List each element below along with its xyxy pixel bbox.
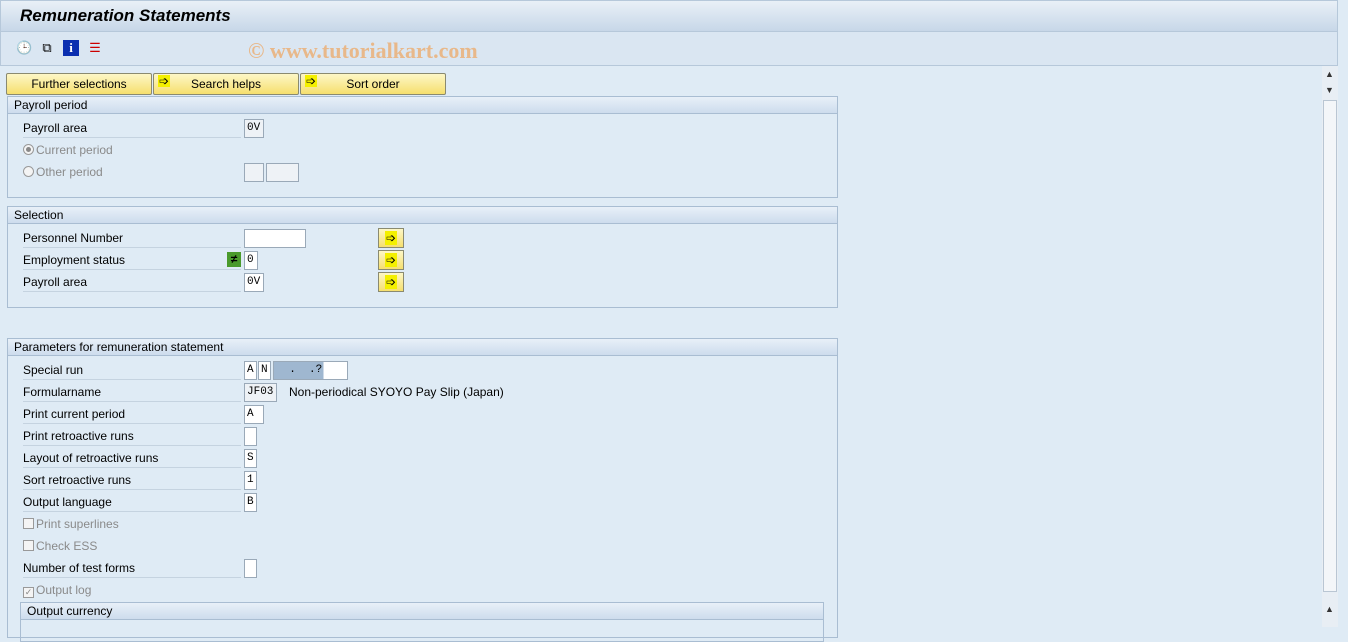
formularname-description: Non-periodical SYOYO Pay Slip (Japan) <box>289 385 504 399</box>
other-period-radio[interactable]: Other period <box>23 162 241 182</box>
test-forms-label: Number of test forms <box>23 558 241 578</box>
other-period-label: Other period <box>36 165 103 179</box>
multiple-selection-button[interactable]: ➩ <box>378 250 404 270</box>
parameters-group: Parameters for remuneration statement Sp… <box>7 338 838 642</box>
current-period-radio[interactable]: Current period <box>23 140 241 160</box>
sort-order-button[interactable]: ➩ Sort order <box>300 73 446 95</box>
output-log-label: Output log <box>36 583 92 597</box>
print-retro-field[interactable] <box>244 427 257 446</box>
scroll-up-icon[interactable]: ▲ <box>1325 604 1334 614</box>
arrow-right-icon: ➩ <box>305 74 318 88</box>
search-helps-label: Search helps <box>190 77 262 91</box>
group-header: Selection <box>8 207 837 224</box>
payroll-area-field[interactable]: 0V <box>244 119 264 138</box>
check-ess-checkbox[interactable]: Check ESS <box>23 536 241 556</box>
radio-icon <box>23 166 34 177</box>
print-retro-label: Print retroactive runs <box>23 426 241 446</box>
title-bar: Remuneration Statements <box>0 0 1338 32</box>
employment-status-label: Employment status <box>23 250 241 270</box>
special-run-date-field[interactable]: . .? <box>273 361 348 380</box>
vertical-scrollbar[interactable]: ▲ ▼ ▲ <box>1322 66 1338 627</box>
payroll-area-label: Payroll area <box>23 272 241 292</box>
checkmark-icon: ✓ <box>23 587 34 598</box>
personnel-number-field[interactable] <box>244 229 306 248</box>
group-header: Output currency <box>21 603 823 620</box>
special-run-n-field[interactable]: N <box>258 361 271 380</box>
further-selections-label: Further selections <box>31 77 127 91</box>
employment-status-field[interactable]: 0 <box>244 251 258 270</box>
special-run-type-field[interactable]: A <box>244 361 257 380</box>
special-run-label: Special run <box>23 360 241 380</box>
layout-retro-field[interactable]: S <box>244 449 257 468</box>
arrow-right-icon: ➩ <box>384 275 398 289</box>
execute-clock-icon[interactable]: 🕒 <box>16 40 32 56</box>
sort-retro-field[interactable]: 1 <box>244 471 257 490</box>
checkbox-icon <box>23 540 34 551</box>
formularname-label: Formularname <box>23 382 241 402</box>
search-helps-button[interactable]: ➩ Search helps <box>153 73 299 95</box>
personnel-number-label: Personnel Number <box>23 228 241 248</box>
output-currency-group: Output currency <box>20 602 824 642</box>
variants-icon[interactable]: ⧉ <box>39 40 55 56</box>
info-icon[interactable]: i <box>63 40 79 56</box>
scroll-up-icon[interactable]: ▲ <box>1325 69 1334 79</box>
watermark: © www.tutorialkart.com <box>248 38 478 63</box>
output-language-label: Output language <box>23 492 241 512</box>
print-superlines-label: Print superlines <box>36 517 119 531</box>
scroll-down-icon[interactable]: ▼ <box>1325 85 1334 95</box>
sort-order-label: Sort order <box>346 77 400 91</box>
selection-group: Selection Personnel Number ➩ Employment … <box>7 206 838 308</box>
application-toolbar: 🕒 ⧉ i ☰ © www.tutorialkart.com <box>0 32 1338 66</box>
radio-icon <box>23 144 34 155</box>
multiple-selection-button[interactable]: ➩ <box>378 228 404 248</box>
other-period-field-1[interactable] <box>244 163 264 182</box>
test-forms-field[interactable] <box>244 559 257 578</box>
group-header: Payroll period <box>8 97 837 114</box>
multiple-selection-button[interactable]: ➩ <box>378 272 404 292</box>
output-log-checkbox[interactable]: ✓ Output log <box>23 580 241 600</box>
check-ess-label: Check ESS <box>36 539 98 553</box>
other-period-field-2[interactable] <box>266 163 299 182</box>
arrow-right-icon: ➩ <box>158 74 171 88</box>
further-selections-button[interactable]: Further selections <box>6 73 152 95</box>
payroll-period-group: Payroll period Payroll area 0V Current p… <box>7 96 838 198</box>
payroll-area-label: Payroll area <box>23 118 241 138</box>
print-current-label: Print current period <box>23 404 241 424</box>
layout-icon[interactable]: ☰ <box>87 40 103 56</box>
checkbox-icon <box>23 518 34 529</box>
arrow-right-icon: ➩ <box>384 253 398 267</box>
scrollbar-thumb[interactable] <box>1323 100 1337 592</box>
output-language-field[interactable]: B <box>244 493 257 512</box>
page-title: Remuneration Statements <box>20 6 231 25</box>
layout-retro-label: Layout of retroactive runs <box>23 448 241 468</box>
not-equal-icon[interactable]: ≠ <box>227 252 241 267</box>
formularname-field[interactable]: JF03 <box>244 383 277 402</box>
print-superlines-checkbox[interactable]: Print superlines <box>23 514 241 534</box>
payroll-area-field[interactable]: 0V <box>244 273 264 292</box>
current-period-label: Current period <box>36 143 113 157</box>
arrow-right-icon: ➩ <box>384 231 398 245</box>
print-current-field[interactable]: A <box>244 405 264 424</box>
group-header: Parameters for remuneration statement <box>8 339 837 356</box>
sort-retro-label: Sort retroactive runs <box>23 470 241 490</box>
